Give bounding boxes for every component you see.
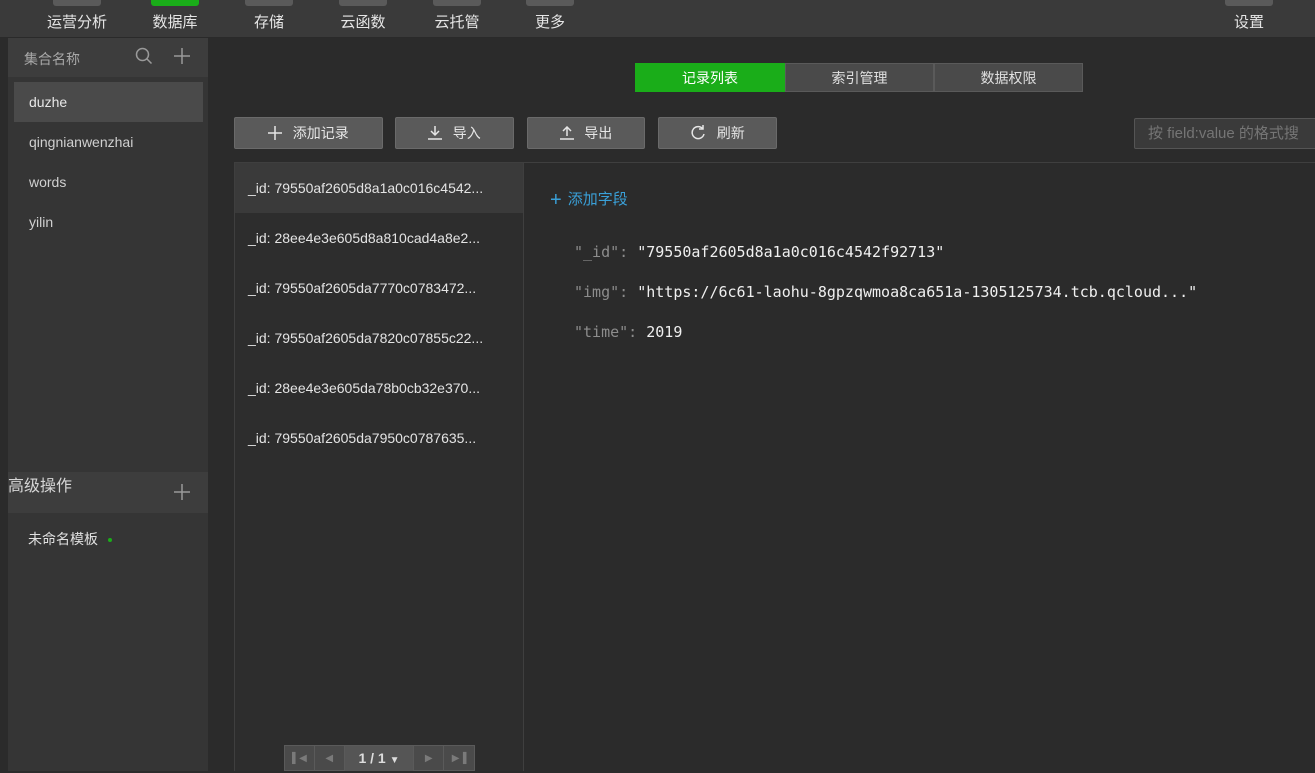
first-page-icon[interactable]: ▌◀ — [285, 746, 315, 771]
record-list-panel: _id: 79550af2605d8a1a0c016c4542... _id: … — [234, 162, 524, 771]
page-indicator: 1 / 1 — [358, 750, 386, 766]
record-item[interactable]: _id: 79550af2605da7770c0783472... — [235, 263, 523, 313]
add-collection-icon[interactable] — [172, 47, 192, 67]
collections-header: 集合名称 — [8, 38, 208, 77]
field-value: 2019 — [646, 323, 683, 341]
chevron-down-icon: ▼ — [389, 755, 400, 766]
search-icon[interactable] — [134, 47, 154, 67]
toolbar-storage[interactable]: 存储 — [245, 0, 293, 38]
toolbar-database[interactable]: 数据库 — [150, 0, 200, 38]
pagination: ▌◀ ◀ 1 / 1 ▼ ▶ ▶▐ — [284, 745, 475, 771]
record-item[interactable]: _id: 79550af2605da7950c0787635... — [235, 413, 523, 463]
advanced-header: 高级操作 — [8, 472, 208, 513]
settings-icon — [1225, 0, 1273, 6]
toolbar-cloud-hosting[interactable]: 云托管 — [431, 0, 483, 38]
field-key: "time": — [574, 323, 638, 341]
advanced-title: 高级操作 — [8, 478, 73, 495]
record-item[interactable]: _id: 79550af2605d8a1a0c016c4542... — [235, 163, 523, 213]
view-tabs: 记录列表 索引管理 数据权限 — [635, 63, 1083, 92]
toolbar-label: 存储 — [253, 14, 284, 31]
plus-icon: + — [550, 189, 562, 211]
storage-icon — [245, 0, 293, 6]
refresh-icon — [690, 125, 710, 142]
search-input[interactable] — [1134, 118, 1315, 149]
record-item[interactable]: _id: 28ee4e3e605d8a810cad4a8e2... — [235, 213, 523, 263]
template-label: 未命名模板 — [28, 531, 98, 547]
toolbar-label: 设置 — [1233, 14, 1264, 31]
field-key: "_id": — [574, 243, 629, 261]
more-icon — [526, 0, 574, 6]
next-page-icon[interactable]: ▶ — [414, 746, 445, 771]
collection-item-qingnianwenzhai[interactable]: qingnianwenzhai — [14, 122, 203, 162]
collection-item-duzhe[interactable]: duzhe — [14, 82, 203, 122]
import-label: 导入 — [452, 125, 481, 141]
last-page-icon[interactable]: ▶▐ — [444, 746, 474, 771]
collection-sidebar: 集合名称 duzhe qingnianwenzhai words yilin 高… — [8, 38, 208, 771]
toolbar-analytics[interactable]: 运营分析 — [46, 0, 108, 38]
refresh-label: 刷新 — [716, 125, 745, 141]
record-item[interactable]: _id: 79550af2605da7820c07855c22... — [235, 313, 523, 363]
tab-data-permissions[interactable]: 数据权限 — [934, 63, 1083, 92]
add-record-button[interactable]: 添加记录 — [234, 117, 383, 149]
page-select[interactable]: 1 / 1 ▼ — [344, 746, 415, 771]
export-label: 导出 — [584, 125, 613, 141]
toolbar-label: 云托管 — [434, 14, 480, 31]
tab-record-list[interactable]: 记录列表 — [635, 63, 785, 92]
toolbar-label: 运营分析 — [46, 14, 107, 31]
analytics-icon — [53, 0, 101, 6]
export-button[interactable]: 导出 — [527, 117, 645, 149]
status-dot — [108, 538, 112, 543]
collection-item-words[interactable]: words — [14, 162, 203, 202]
field-row[interactable]: "img": "https://6c61-laohu-8gpzqwmoa8ca6… — [574, 283, 1197, 301]
field-key: "img": — [574, 283, 629, 301]
toolbar-label: 更多 — [534, 14, 565, 31]
field-value: "79550af2605d8a1a0c016c4542f92713" — [637, 243, 945, 261]
collection-item-yilin[interactable]: yilin — [14, 202, 203, 242]
field-row[interactable]: "time": 2019 — [574, 323, 682, 341]
field-row[interactable]: "_id": "79550af2605d8a1a0c016c4542f92713… — [574, 243, 944, 261]
record-detail: + 添加字段 "_id": "79550af2605d8a1a0c016c4542… — [524, 162, 1315, 771]
toolbar-label: 数据库 — [152, 14, 198, 31]
add-template-icon[interactable] — [172, 483, 192, 503]
download-icon — [428, 125, 446, 142]
tab-index-management[interactable]: 索引管理 — [785, 63, 934, 92]
collections-title: 集合名称 — [24, 51, 80, 67]
cloud-hosting-icon — [433, 0, 481, 6]
refresh-button[interactable]: 刷新 — [658, 117, 777, 149]
add-record-label: 添加记录 — [292, 125, 349, 141]
toolbar-cloud-functions[interactable]: 云函数 — [337, 0, 389, 38]
prev-page-icon[interactable]: ◀ — [315, 746, 345, 771]
template-item[interactable]: 未命名模板 — [28, 529, 112, 549]
toolbar-more[interactable]: 更多 — [526, 0, 574, 38]
field-value: "https://6c61-laohu-8gpzqwmoa8ca651a-130… — [637, 283, 1198, 301]
toolbar-settings[interactable]: 设置 — [1225, 0, 1273, 38]
add-field-label: 添加字段 — [567, 191, 628, 208]
record-item[interactable]: _id: 28ee4e3e605da78b0cb32e370... — [235, 363, 523, 413]
toolbar-label: 云函数 — [340, 14, 386, 31]
collection-list: duzhe qingnianwenzhai words yilin — [8, 77, 208, 242]
cloud-functions-icon — [339, 0, 387, 6]
import-button[interactable]: 导入 — [395, 117, 514, 149]
top-toolbar: 运营分析 数据库 存储 云函数 云托管 更多 设置 — [0, 0, 1315, 38]
upload-icon — [559, 125, 578, 142]
database-icon — [151, 0, 199, 6]
add-field-button[interactable]: + 添加字段 — [550, 188, 628, 212]
plus-icon — [268, 125, 286, 142]
